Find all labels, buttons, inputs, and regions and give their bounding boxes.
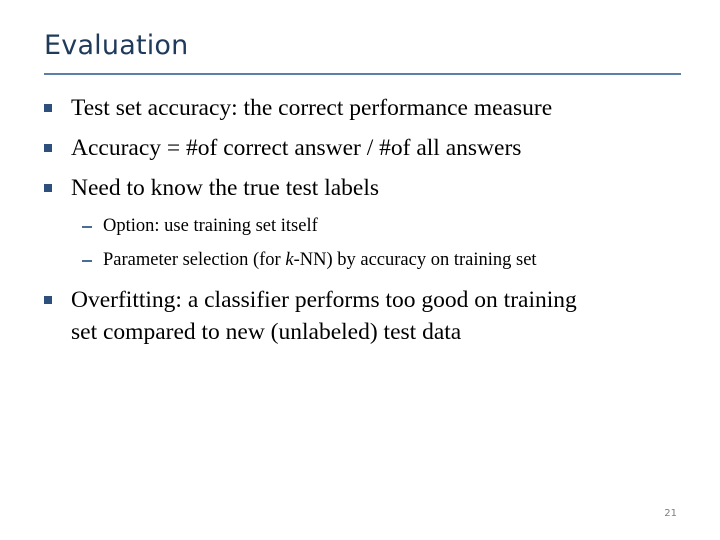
- square-bullet-icon: [44, 144, 52, 152]
- dash-bullet-icon: [82, 226, 92, 228]
- slide-title: Evaluation: [44, 30, 189, 61]
- dash-bullet-icon: [82, 260, 92, 262]
- square-bullet-icon: [44, 296, 52, 304]
- bullet-text-line1: Overfitting: a classifier performs too g…: [71, 287, 577, 313]
- square-bullet-icon: [44, 184, 52, 192]
- bullet-text-line2: set compared to new (unlabeled) test dat…: [71, 319, 462, 345]
- bullet-text: Test set accuracy: the correct performan…: [71, 95, 553, 121]
- sub-bullet-text: Parameter selection (for k-NN) by accura…: [103, 249, 537, 271]
- sub-bullet-text-pre: Parameter selection (for: [103, 250, 286, 270]
- variable-k: k: [285, 250, 294, 270]
- page-number: 21: [664, 508, 677, 519]
- bullet-text: Need to know the true test labels: [71, 175, 380, 201]
- sub-bullet-text: Option: use training set itself: [103, 216, 318, 236]
- sub-bullet-text-post: -NN) by accuracy on training set: [293, 250, 537, 270]
- square-bullet-icon: [44, 104, 52, 112]
- bullet-text: Accuracy = #of correct answer / #of all …: [71, 135, 522, 161]
- title-divider: [44, 73, 681, 75]
